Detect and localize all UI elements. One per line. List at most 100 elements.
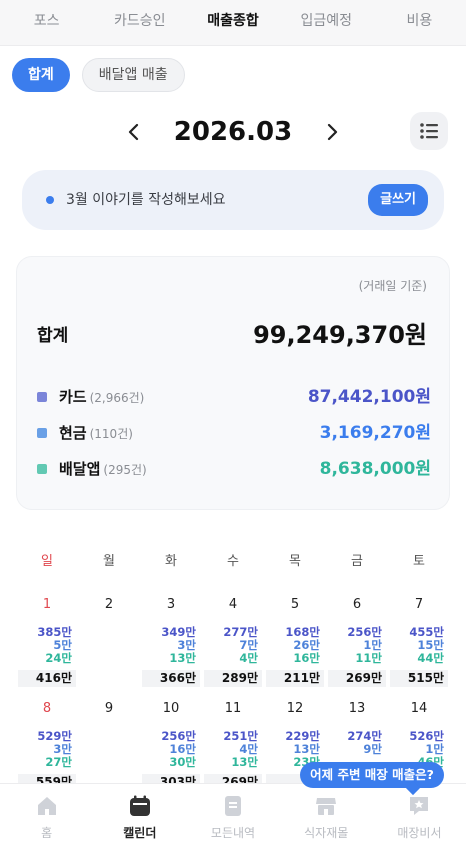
weekday-header: 일 월 화 수 목 금 토 — [16, 550, 450, 569]
day-number: 11 — [224, 701, 242, 716]
summary-row-cash: 현금 (110건) 3,169,270원 — [37, 421, 431, 445]
day-cash-sales: 9만 — [363, 742, 382, 756]
tab-pos[interactable]: 포스 — [0, 0, 93, 45]
story-prompt-box[interactable]: 3월 이야기를 작성해보세요 글쓰기 — [22, 170, 444, 230]
nearby-sales-tooltip[interactable]: 어제 주변 매장 매출은? — [300, 762, 444, 788]
month-title: 2026.03 — [173, 117, 293, 147]
day-sales-values: 274만 9만 — [347, 730, 382, 756]
nav-all-history[interactable]: 모든내역 — [186, 784, 279, 847]
calendar-day[interactable]: 10 256만 16만 30만 303만 — [140, 694, 202, 792]
weekday-wed: 수 — [227, 554, 239, 569]
day-total: 416만 — [18, 670, 76, 687]
day-sales-values: 251만 4만 13만 — [223, 730, 258, 769]
day-total: 366만 — [142, 670, 200, 687]
calendar-day[interactable]: 1 385만 5만 24만 416만 — [16, 590, 78, 688]
dot-icon — [46, 196, 54, 204]
nav-home[interactable]: 홈 — [0, 784, 93, 847]
calendar-day[interactable]: 4 277만 7만 4만 289만 — [202, 590, 264, 688]
row-value: 87,442,100원 — [307, 387, 431, 407]
day-number: 6 — [352, 597, 362, 612]
row-label: 현금 (110건) — [59, 424, 133, 442]
calendar-day[interactable]: 11 251만 4만 13만 269만 — [202, 694, 264, 792]
story-prompt-text: 3월 이야기를 작성해보세요 — [66, 192, 226, 208]
list-view-button[interactable] — [410, 112, 448, 150]
chevron-left-icon[interactable] — [120, 118, 148, 146]
calendar-day[interactable]: 5 168만 26만 16만 211만 — [264, 590, 326, 688]
row-value: 3,169,270원 — [319, 423, 431, 443]
calendar-day[interactable]: 6 256만 1만 11만 269만 — [326, 590, 388, 688]
calendar-icon — [129, 795, 150, 816]
nav-label: 캘린더 — [123, 826, 157, 840]
document-icon — [225, 796, 241, 816]
day-sales-values: 277만 7만 4만 — [223, 626, 258, 665]
chip-delivery-sales[interactable]: 배달앱 매출 — [81, 58, 185, 92]
day-total: 289만 — [204, 670, 262, 687]
chat-star-icon — [410, 797, 429, 815]
day-total: 269만 — [328, 670, 386, 687]
legend-square — [37, 392, 47, 402]
row-label: 배달앱 (295건) — [59, 460, 147, 478]
nav-label: 모든내역 — [210, 826, 256, 840]
day-delivery-sales: 13만 — [169, 651, 196, 665]
row-value: 8,638,000원 — [319, 459, 431, 479]
nav-store-assistant[interactable]: 매장비서 — [373, 784, 466, 847]
chip-total[interactable]: 합계 — [12, 58, 70, 92]
total-value: 99,249,370원 — [253, 321, 427, 349]
legend-square — [37, 464, 47, 474]
nav-calendar[interactable]: 캘린더 — [93, 784, 186, 847]
calendar-day[interactable]: 3 349만 3만 13만 366만 — [140, 590, 202, 688]
day-number: 12 — [286, 701, 304, 716]
tab-expenses[interactable]: 비용 — [373, 0, 466, 45]
calendar-day[interactable]: 9 — [78, 694, 140, 792]
calendar-week: 1 385만 5만 24만 416만 2 3 349만 3만 13만 366만 4 277만 7만 4만 28… — [16, 590, 450, 688]
day-delivery-sales: 11만 — [355, 651, 382, 665]
day-number: 3 — [166, 597, 176, 612]
nav-label: 홈 — [41, 826, 53, 840]
weekday-fri: 금 — [351, 554, 363, 569]
day-number: 7 — [414, 597, 424, 612]
day-number: 13 — [348, 701, 366, 716]
tab-deposit-schedule[interactable]: 입금예정 — [280, 0, 373, 45]
weekday-sat: 토 — [413, 554, 425, 569]
day-delivery-sales: 30만 — [169, 755, 196, 769]
calendar-day[interactable]: 8 529만 3만 27만 559만 — [16, 694, 78, 792]
weekday-sun: 일 — [41, 554, 53, 569]
day-number: 2 — [104, 597, 114, 612]
filter-chips: 합계 배달앱 매출 — [12, 58, 185, 92]
bottom-nav: 홈 캘린더 모든내역 식자재몰 매장비서 — [0, 783, 466, 847]
nav-label: 매장비서 — [397, 826, 442, 840]
day-sales-values: 529만 3만 27만 — [37, 730, 72, 769]
home-icon — [37, 797, 56, 815]
sales-summary-card: (거래일 기준) 합계 99,249,370원 카드 (2,966건) 87,44… — [16, 256, 450, 510]
nav-grocery-mall[interactable]: 식자재몰 — [280, 784, 373, 847]
day-number: 4 — [228, 597, 238, 612]
basis-note: (거래일 기준) — [358, 279, 427, 293]
day-delivery-sales: 44만 — [417, 651, 444, 665]
summary-row-delivery: 배달앱 (295건) 8,638,000원 — [37, 457, 431, 481]
day-delivery-sales: 13만 — [231, 755, 258, 769]
write-button[interactable]: 글쓰기 — [368, 184, 428, 216]
day-sales-values: 256만 1만 11만 — [347, 626, 382, 665]
day-sales-values: 168만 26만 16만 — [285, 626, 320, 665]
day-delivery-sales: 27만 — [45, 755, 72, 769]
calendar-day[interactable]: 7 455만 15만 44만 515만 — [388, 590, 450, 688]
row-label: 카드 (2,966건) — [59, 388, 145, 406]
tab-sales-summary[interactable]: 매출종합 — [186, 0, 279, 45]
day-sales-values: 349만 3만 13만 — [161, 626, 196, 665]
row-count: (295건) — [103, 463, 147, 477]
day-number: 9 — [104, 701, 114, 716]
tab-card-approval[interactable]: 카드승인 — [93, 0, 186, 45]
day-delivery-sales: 24만 — [45, 651, 72, 665]
total-label: 합계 — [37, 326, 69, 346]
month-navigation: 2026.03 — [0, 112, 466, 152]
day-number: 1 — [42, 597, 52, 612]
summary-row-card: 카드 (2,966건) 87,442,100원 — [37, 385, 431, 409]
day-sales-values: 256만 16만 30만 — [161, 730, 196, 769]
weekday-mon: 월 — [103, 554, 115, 569]
row-count: (2,966건) — [89, 391, 145, 405]
calendar-day[interactable]: 2 — [78, 590, 140, 688]
day-number: 8 — [42, 701, 52, 716]
list-icon — [420, 123, 438, 139]
day-sales-values: 455만 15만 44만 — [409, 626, 444, 665]
chevron-right-icon[interactable] — [318, 118, 346, 146]
